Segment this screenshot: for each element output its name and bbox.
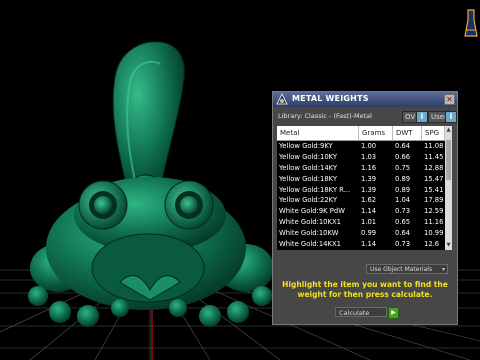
flask-icon[interactable] bbox=[464, 6, 478, 40]
cell-metal: Yellow Gold:9KY bbox=[279, 142, 333, 150]
frog-pendant-model[interactable] bbox=[28, 41, 274, 327]
cell-metal: White Gold:10KW bbox=[279, 229, 339, 238]
cell-dwt: 0.64 bbox=[395, 142, 411, 150]
cell-dwt: 0.65 bbox=[395, 218, 411, 227]
column-header-grams[interactable]: Grams bbox=[359, 126, 393, 140]
panel-title: METAL WEIGHTS bbox=[292, 94, 369, 103]
column-header-spg[interactable]: SPG bbox=[422, 126, 445, 140]
cell-spg: 15.47 bbox=[424, 174, 444, 183]
table-body: Yellow Gold:9KY 1.00 0.64 11.08 Yellow Gold:… bbox=[277, 141, 445, 250]
cell-dwt: 0.89 bbox=[395, 185, 411, 194]
cell-metal: Yellow Gold:10KY bbox=[279, 152, 338, 161]
info-icon[interactable]: i bbox=[445, 111, 457, 123]
table-row[interactable]: White Gold:10KX1 1.01 0.65 11.16 bbox=[277, 217, 445, 229]
cell-grams: 1.39 bbox=[361, 185, 377, 194]
table-row[interactable]: White Gold:14KX1 1.14 0.73 12.6 bbox=[277, 239, 445, 250]
cell-spg: 11.08 bbox=[424, 142, 444, 150]
cell-metal: Yellow Gold:18KY bbox=[279, 174, 338, 183]
cell-spg: 12.88 bbox=[424, 163, 444, 172]
column-header-dwt[interactable]: DWT bbox=[393, 126, 422, 140]
scroll-up-icon[interactable]: ▲ bbox=[445, 127, 452, 134]
cell-dwt: 0.89 bbox=[395, 174, 411, 183]
library-label: Library: Classic - (Fast)-Metal bbox=[278, 112, 372, 120]
table-row[interactable]: White Gold:9K PdW 1.14 0.73 12.59 bbox=[277, 206, 445, 218]
cell-spg: 11.45 bbox=[424, 152, 444, 161]
cell-spg: 11.16 bbox=[424, 218, 444, 227]
table-row[interactable]: White Gold:10KW 0.99 0.64 10.99 bbox=[277, 228, 445, 240]
cell-metal: Yellow Gold:14KY bbox=[279, 163, 338, 172]
cell-spg: 17.89 bbox=[424, 196, 444, 205]
chevron-down-icon: ▾ bbox=[441, 266, 445, 273]
cell-dwt: 0.64 bbox=[395, 229, 411, 238]
calculate-select[interactable]: Calculate bbox=[335, 307, 387, 317]
calculate-label: Calculate bbox=[339, 309, 370, 317]
table-row[interactable]: Yellow Gold:9KY 1.00 0.64 11.08 bbox=[277, 141, 445, 152]
cell-dwt: 0.73 bbox=[395, 207, 411, 216]
cell-grams: 1.14 bbox=[361, 207, 377, 216]
instruction-text: Highlight the item you want to find the … bbox=[282, 280, 448, 299]
cell-metal: Yellow Gold:22KY bbox=[279, 196, 338, 205]
panel-title-bar[interactable]: METAL WEIGHTS ✕ bbox=[273, 92, 457, 107]
table-row[interactable]: Yellow Gold:22KY 1.62 1.04 17.89 bbox=[277, 195, 445, 207]
play-icon[interactable]: ▶ bbox=[388, 307, 399, 319]
cell-spg: 10.99 bbox=[424, 229, 444, 238]
metal-table[interactable]: Metal Grams DWT SPG Yellow Gold:9KY 1.00 0… bbox=[277, 126, 452, 250]
table-row[interactable]: Yellow Gold:18KY 1.39 0.89 15.47 bbox=[277, 173, 445, 185]
table-row[interactable]: Yellow Gold:10KY 1.03 0.66 11.45 bbox=[277, 151, 445, 163]
scroll-down-icon[interactable]: ▼ bbox=[445, 242, 452, 249]
cell-grams: 1.03 bbox=[361, 152, 377, 161]
table-header: Metal Grams DWT SPG bbox=[277, 126, 445, 141]
cell-metal: White Gold:14KX1 bbox=[279, 240, 341, 249]
logo-icon bbox=[276, 93, 288, 105]
cell-spg: 12.59 bbox=[424, 207, 444, 216]
cell-grams: 1.14 bbox=[361, 240, 377, 249]
use-object-materials-label: Use Object Materials bbox=[370, 266, 433, 273]
cell-grams: 1.01 bbox=[361, 218, 377, 227]
cell-grams: 0.99 bbox=[361, 229, 377, 238]
cell-grams: 1.16 bbox=[361, 163, 377, 172]
cell-metal: Yellow Gold:18KY R... bbox=[279, 185, 351, 194]
scroll-thumb[interactable] bbox=[446, 140, 451, 180]
cell-dwt: 0.75 bbox=[395, 163, 411, 172]
cell-metal: White Gold:10KX1 bbox=[279, 218, 341, 227]
cell-spg: 12.6 bbox=[424, 240, 440, 249]
column-header-metal[interactable]: Metal bbox=[277, 126, 359, 140]
info-icon[interactable]: i bbox=[416, 111, 428, 123]
cell-dwt: 0.66 bbox=[395, 152, 411, 161]
use-object-materials-select[interactable]: Use Object Materials ▾ bbox=[366, 264, 448, 274]
metal-weights-panel: METAL WEIGHTS ✕ Library: Classic - (Fast… bbox=[272, 91, 458, 325]
cell-metal: White Gold:9K PdW bbox=[279, 207, 345, 216]
table-scrollbar[interactable]: ▲ ▼ bbox=[445, 126, 452, 250]
cell-dwt: 1.04 bbox=[395, 196, 411, 205]
cell-spg: 15.41 bbox=[424, 185, 444, 194]
table-row[interactable]: Yellow Gold:14KY 1.16 0.75 12.88 bbox=[277, 162, 445, 174]
cell-grams: 1.00 bbox=[361, 142, 377, 150]
cell-grams: 1.62 bbox=[361, 196, 377, 205]
cell-grams: 1.39 bbox=[361, 174, 377, 183]
cell-dwt: 0.73 bbox=[395, 240, 411, 249]
table-row[interactable]: Yellow Gold:18KY R... 1.39 0.89 15.41 bbox=[277, 184, 445, 196]
close-icon[interactable]: ✕ bbox=[444, 94, 455, 105]
